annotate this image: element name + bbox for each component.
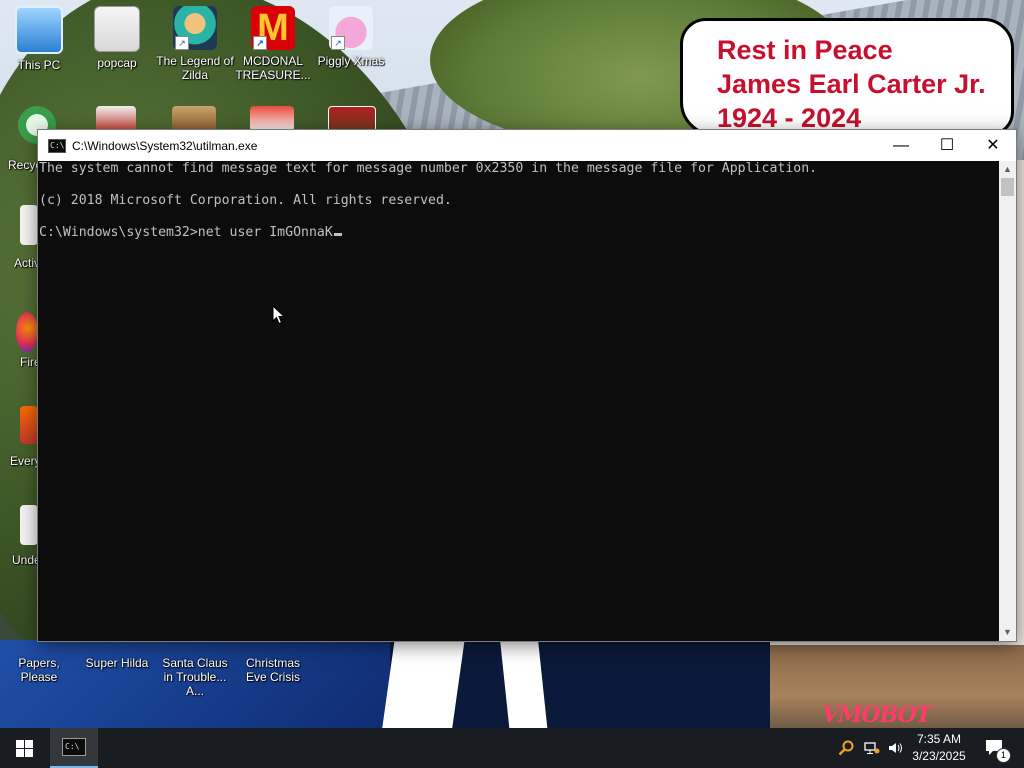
popcap-icon — [94, 6, 140, 52]
game-character-icon: ↗ — [173, 6, 217, 50]
desktop-icon-label: Super Hilda — [85, 656, 149, 670]
shortcut-arrow-icon: ↗ — [175, 36, 189, 50]
cmd-icon: C:\ — [62, 738, 86, 756]
taskbar: C:\ 7:35 AM 3/23/2025 1 — [0, 728, 1024, 768]
console-line: The system cannot find message text for … — [39, 161, 818, 176]
console-output[interactable]: The system cannot find message text for … — [38, 161, 999, 641]
desktop-icon-label: The Legend of Zilda — [156, 54, 234, 82]
desktop-icon-label: Christmas Eve Crisis — [245, 656, 300, 684]
desktop-icon-label[interactable]: Every — [10, 454, 41, 468]
scroll-up-icon[interactable]: ▲ — [999, 161, 1016, 178]
console-command: C:\Windows\system32>net user ImGOnnaK — [39, 225, 333, 240]
window-title: C:\Windows\System32\utilman.exe — [72, 138, 258, 153]
notification-count: 1 — [996, 748, 1011, 763]
game-icon[interactable] — [172, 106, 216, 132]
desktop-icon-label: Santa Claus in Trouble... A... — [162, 656, 228, 698]
desktop-icon-piggly-xmas[interactable]: ↗ Piggly Xmas — [312, 6, 390, 68]
close-button[interactable]: ✕ — [970, 130, 1016, 161]
memorial-sign: Rest in Peace James Earl Carter Jr. 1924… — [680, 18, 1014, 136]
game-icon[interactable] — [96, 106, 136, 132]
memorial-line: James Earl Carter Jr. — [717, 69, 986, 99]
desktop-icon-popcap[interactable]: popcap — [78, 6, 156, 70]
watermark-logo: VMOBOT — [822, 702, 932, 728]
desktop-icon-papers-please[interactable]: Papers, Please — [0, 652, 78, 684]
snowman-icon[interactable] — [250, 106, 294, 132]
mcdonalds-logo-icon: M ↗ — [251, 6, 295, 50]
app-icon[interactable] — [20, 205, 38, 245]
desktop-icon-this-pc[interactable]: This PC — [0, 6, 78, 72]
desktop-icon-label: popcap — [97, 56, 137, 70]
window-titlebar[interactable]: C:\ C:\Windows\System32\utilman.exe — ☐ … — [38, 130, 1016, 161]
scroll-down-icon[interactable]: ▼ — [999, 624, 1016, 641]
desktop-icon-label[interactable]: Recyc — [8, 158, 41, 172]
network-icon[interactable] — [860, 728, 884, 768]
desktop-icon-legend-of-zilda[interactable]: ↗ The Legend of Zilda — [156, 6, 234, 82]
memorial-line: Rest in Peace — [717, 35, 893, 65]
desktop-icon-label[interactable]: Unde — [12, 553, 41, 567]
desktop-icon-label: This PC — [17, 58, 61, 72]
shortcut-arrow-icon: ↗ — [253, 36, 267, 50]
console-line: (c) 2018 Microsoft Corporation. All righ… — [39, 193, 452, 208]
system-clock[interactable]: 7:35 AM 3/23/2025 — [906, 731, 972, 765]
taskbar-cmd-button[interactable]: C:\ — [50, 728, 98, 768]
desktop-icon-label: Piggly Xmas — [317, 54, 385, 68]
desktop-icon-super-hilda[interactable]: Super Hilda — [78, 652, 156, 670]
computer-icon — [15, 6, 63, 54]
console-prompt-line[interactable]: C:\Windows\system32>net user ImGOnnaK — [39, 225, 342, 241]
vertical-scrollbar[interactable]: ▲ ▼ — [999, 161, 1016, 641]
clock-time: 7:35 AM — [916, 732, 962, 746]
volume-icon[interactable] — [884, 728, 908, 768]
minimize-button[interactable]: — — [878, 130, 924, 161]
wallpaper-stripe — [381, 642, 465, 728]
desktop-icon-mcdonal-treasure[interactable]: M ↗ MCDONAL TREASURE... — [234, 6, 312, 82]
search-icon[interactable] — [834, 728, 858, 768]
desktop-icon-santa-claus[interactable]: Santa Claus in Trouble... A... — [156, 652, 234, 698]
desktop-icon-label: MCDONAL TREASURE... — [235, 54, 311, 82]
pig-icon: ↗ — [329, 6, 373, 50]
shortcut-arrow-icon: ↗ — [331, 36, 345, 50]
desktop-icon-christmas-eve-crisis[interactable]: Christmas Eve Crisis — [234, 652, 312, 684]
text-cursor — [333, 233, 342, 236]
windows-start-icon[interactable] — [0, 728, 48, 768]
app-icon[interactable] — [20, 505, 38, 545]
desktop-icon-label: Papers, Please — [18, 656, 60, 684]
scrollbar-thumb[interactable] — [1001, 178, 1014, 196]
maximize-button[interactable]: ☐ — [924, 130, 970, 161]
firefox-icon[interactable] — [16, 312, 38, 352]
desktop-icon-label[interactable]: Activ — [14, 256, 40, 270]
clock-date: 3/23/2025 — [912, 749, 966, 763]
everything-icon[interactable] — [20, 406, 38, 444]
notification-icon[interactable]: 1 — [980, 728, 1011, 768]
cmd-window[interactable]: C:\ C:\Windows\System32\utilman.exe — ☐ … — [38, 130, 1016, 641]
cmd-icon: C:\ — [48, 138, 66, 153]
